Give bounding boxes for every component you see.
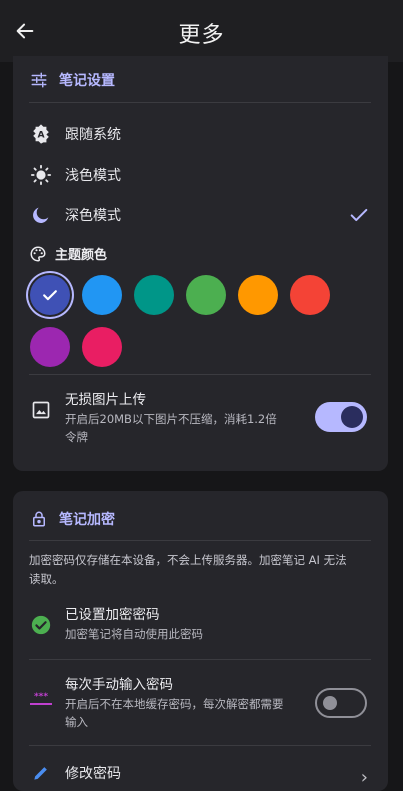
- divider: [29, 540, 371, 541]
- moon-icon: [29, 203, 53, 227]
- color-swatch[interactable]: [134, 275, 174, 315]
- color-swatch[interactable]: [30, 275, 70, 315]
- encryption-desc-line: 加密密码仅存储在本设备，不会上传服务器。加密笔记 AI 无法: [29, 553, 347, 567]
- note-settings-title: 笔记设置: [59, 73, 115, 89]
- manual-password-toggle[interactable]: [315, 688, 367, 718]
- change-password-title: 修改密码: [65, 766, 121, 782]
- svg-text:A: A: [37, 130, 45, 141]
- theme-mode-label: 浅色模式: [65, 168, 121, 184]
- image-icon: [29, 398, 53, 422]
- password-set-desc: 加密笔记将自动使用此密码: [65, 627, 203, 641]
- color-swatch[interactable]: [30, 327, 70, 367]
- theme-color-title: 主题颜色: [55, 248, 108, 263]
- encryption-desc-line: 读取。: [29, 572, 64, 586]
- auto-mode-icon: A: [29, 122, 53, 146]
- palette-icon: [29, 245, 47, 263]
- page-title: 更多: [178, 23, 225, 48]
- manual-password-title: 每次手动输入密码: [65, 677, 173, 693]
- svg-text:***: ***: [34, 692, 48, 702]
- manual-password-row: *** 每次手动输入密码 开启后不在本地缓存密码，每次解密都需要 输入: [29, 675, 284, 731]
- lossless-upload-row: 无损图片上传 开启后20MB以下图片不压缩，消耗1.2倍 令牌: [29, 390, 277, 446]
- top-app-bar: 更多: [0, 0, 403, 62]
- color-swatch[interactable]: [238, 275, 278, 315]
- color-swatch[interactable]: [82, 275, 122, 315]
- check-icon: [348, 204, 370, 226]
- theme-color-header: 主题颜色: [29, 244, 107, 263]
- toggle-knob: [323, 696, 337, 710]
- password-set-row: 已设置加密密码 加密笔记将自动使用此密码: [29, 605, 203, 643]
- lossless-upload-toggle[interactable]: [315, 402, 367, 432]
- encryption-title: 笔记加密: [59, 512, 115, 528]
- password-dots-icon: ***: [29, 687, 53, 711]
- toggle-knob: [341, 406, 363, 428]
- edit-icon: [29, 761, 53, 785]
- divider: [29, 374, 371, 375]
- manual-password-desc-cont: 输入: [65, 715, 88, 729]
- change-password-row[interactable]: 修改密码: [29, 761, 121, 785]
- sun-icon: [29, 163, 53, 187]
- theme-mode-label: 跟随系统: [65, 127, 121, 143]
- color-swatch[interactable]: [186, 275, 226, 315]
- color-swatch[interactable]: [290, 275, 330, 315]
- tune-icon: [29, 70, 49, 90]
- theme-mode-label: 深色模式: [65, 208, 121, 224]
- arrow-left-icon[interactable]: [12, 18, 38, 44]
- lossless-upload-desc: 开启后20MB以下图片不压缩，消耗1.2倍: [65, 412, 277, 426]
- encryption-header: 笔记加密: [29, 509, 115, 529]
- manual-password-desc: 开启后不在本地缓存密码，每次解密都需要: [65, 697, 284, 711]
- theme-mode-follow-system[interactable]: A 跟随系统: [29, 122, 121, 146]
- theme-mode-light[interactable]: 浅色模式: [29, 163, 121, 187]
- divider: [29, 102, 371, 103]
- divider: [29, 659, 371, 660]
- encryption-description: 加密密码仅存储在本设备，不会上传服务器。加密笔记 AI 无法 读取。: [29, 551, 374, 589]
- note-settings-header: 笔记设置: [29, 70, 115, 90]
- lossless-upload-title: 无损图片上传: [65, 392, 146, 408]
- encryption-card: 笔记加密 加密密码仅存储在本设备，不会上传服务器。加密笔记 AI 无法 读取。 …: [13, 491, 388, 791]
- note-settings-card: 笔记设置 A 跟随系统 浅色模式 深色模式 主题颜色 无损图片上传 开启后20M…: [13, 56, 388, 471]
- theme-mode-dark[interactable]: 深色模式: [29, 203, 121, 227]
- password-set-title: 已设置加密密码: [65, 607, 160, 623]
- check-circle-icon: [29, 613, 53, 637]
- check-icon: [43, 290, 57, 301]
- lock-icon: [29, 509, 49, 529]
- color-swatch[interactable]: [82, 327, 122, 367]
- lossless-upload-desc-cont: 令牌: [65, 430, 88, 444]
- divider: [29, 745, 371, 746]
